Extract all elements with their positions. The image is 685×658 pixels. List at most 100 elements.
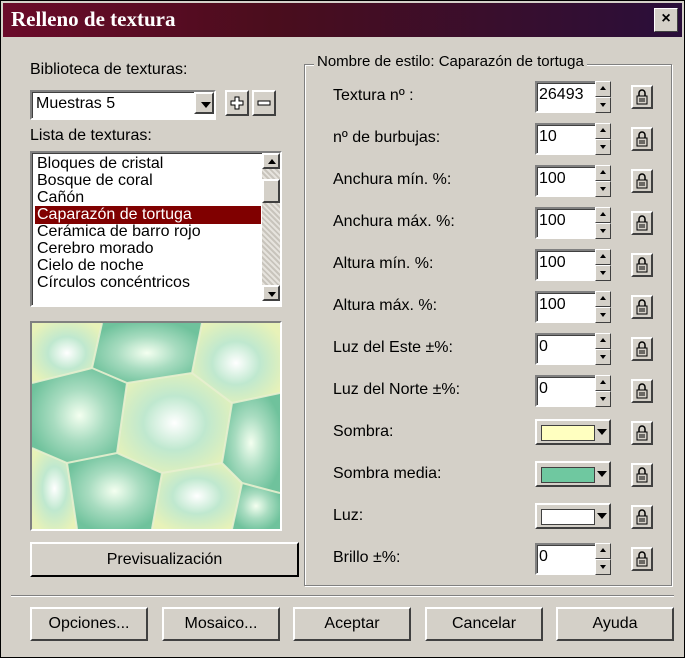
param-label: Sombra: bbox=[333, 423, 394, 440]
lock-button[interactable] bbox=[631, 169, 653, 193]
param-input[interactable]: 0 bbox=[535, 543, 599, 575]
lock-icon bbox=[636, 131, 648, 147]
param-value: 26493 bbox=[539, 86, 584, 103]
texture-list-item[interactable]: Cielo de noche bbox=[35, 257, 261, 275]
param-label: Anchura máx. %: bbox=[333, 213, 455, 230]
color-picker-button[interactable] bbox=[535, 503, 611, 529]
spinner[interactable] bbox=[595, 249, 611, 281]
param-input[interactable]: 0 bbox=[535, 333, 599, 365]
close-button[interactable]: × bbox=[654, 8, 678, 32]
param-input[interactable]: 100 bbox=[535, 207, 599, 239]
lock-button[interactable] bbox=[631, 505, 653, 529]
title-bar[interactable]: Relleno de textura × bbox=[3, 3, 682, 37]
param-value: 100 bbox=[539, 212, 566, 229]
scroll-up-button[interactable] bbox=[262, 153, 280, 169]
spin-down-button[interactable] bbox=[595, 559, 611, 575]
ok-button[interactable]: Aceptar bbox=[293, 607, 411, 641]
help-button[interactable]: Ayuda bbox=[556, 607, 674, 641]
spin-down-button[interactable] bbox=[595, 391, 611, 407]
spin-down-button[interactable] bbox=[595, 223, 611, 239]
spin-down-button[interactable] bbox=[595, 139, 611, 155]
list-scrollbar[interactable] bbox=[262, 153, 280, 301]
param-value: 100 bbox=[539, 296, 566, 313]
param-label: Luz del Norte ±%: bbox=[333, 381, 461, 398]
cancel-button[interactable]: Cancelar bbox=[425, 607, 543, 641]
spin-up-button[interactable] bbox=[595, 333, 611, 349]
spin-down-button[interactable] bbox=[595, 349, 611, 365]
spin-up-icon bbox=[600, 296, 606, 300]
texture-list-item[interactable]: Cañón bbox=[35, 189, 261, 207]
preview-button[interactable]: Previsualización bbox=[30, 542, 299, 577]
lock-button[interactable] bbox=[631, 463, 653, 487]
spin-up-button[interactable] bbox=[595, 207, 611, 223]
spinner[interactable] bbox=[595, 375, 611, 407]
spin-down-button[interactable] bbox=[595, 97, 611, 113]
texture-list-item[interactable]: Círculos concéntricos bbox=[35, 274, 261, 292]
tile-button[interactable]: Mosaico... bbox=[162, 607, 280, 641]
scroll-down-icon bbox=[268, 292, 276, 297]
spin-up-button[interactable] bbox=[595, 543, 611, 559]
spinner[interactable] bbox=[595, 333, 611, 365]
add-library-button[interactable] bbox=[225, 90, 249, 116]
texture-list-item[interactable]: Cerámica de barro rojo bbox=[35, 223, 261, 241]
spin-up-button[interactable] bbox=[595, 81, 611, 97]
plus-icon bbox=[230, 96, 244, 110]
options-button[interactable]: Opciones... bbox=[30, 607, 148, 641]
spin-up-button[interactable] bbox=[595, 291, 611, 307]
spin-up-button[interactable] bbox=[595, 375, 611, 391]
chevron-down-icon bbox=[201, 102, 211, 108]
lock-icon bbox=[636, 215, 648, 231]
spin-up-icon bbox=[600, 548, 606, 552]
param-input[interactable]: 10 bbox=[535, 123, 599, 155]
lock-button[interactable] bbox=[631, 295, 653, 319]
spin-down-icon bbox=[600, 271, 606, 275]
spinner[interactable] bbox=[595, 81, 611, 113]
dropdown-arrow-button[interactable] bbox=[194, 92, 214, 114]
remove-library-button[interactable] bbox=[252, 90, 276, 116]
spin-down-button[interactable] bbox=[595, 181, 611, 197]
texture-list-item[interactable]: Caparazón de tortuga bbox=[35, 206, 261, 224]
library-label: Biblioteca de texturas: bbox=[30, 61, 188, 78]
spinner[interactable] bbox=[595, 123, 611, 155]
spin-down-button[interactable] bbox=[595, 307, 611, 323]
color-picker-button[interactable] bbox=[535, 461, 611, 487]
lock-icon bbox=[636, 509, 648, 525]
spin-up-button[interactable] bbox=[595, 165, 611, 181]
param-label: Altura máx. %: bbox=[333, 297, 438, 314]
spinner[interactable] bbox=[595, 165, 611, 197]
spin-down-button[interactable] bbox=[595, 265, 611, 281]
spinner[interactable] bbox=[595, 207, 611, 239]
color-swatch bbox=[541, 467, 595, 483]
lock-icon bbox=[636, 383, 648, 399]
param-input[interactable]: 100 bbox=[535, 165, 599, 197]
lock-button[interactable] bbox=[631, 421, 653, 445]
spinner[interactable] bbox=[595, 291, 611, 323]
scroll-down-button[interactable] bbox=[262, 285, 280, 301]
param-input[interactable]: 0 bbox=[535, 375, 599, 407]
texture-list-item[interactable]: Cerebro morado bbox=[35, 240, 261, 258]
lock-button[interactable] bbox=[631, 127, 653, 151]
color-picker-button[interactable] bbox=[535, 419, 611, 445]
lock-button[interactable] bbox=[631, 547, 653, 571]
spin-down-icon bbox=[600, 355, 606, 359]
lock-button[interactable] bbox=[631, 211, 653, 235]
texture-list-item[interactable]: Bloques de cristal bbox=[35, 155, 261, 173]
lock-button[interactable] bbox=[631, 337, 653, 361]
spin-up-button[interactable] bbox=[595, 249, 611, 265]
texture-list[interactable]: Bloques de cristal Bosque de coral Cañón Ca… bbox=[30, 151, 282, 307]
spinner[interactable] bbox=[595, 543, 611, 575]
texture-list-item[interactable]: Bosque de coral bbox=[35, 172, 261, 190]
spin-down-icon bbox=[600, 145, 606, 149]
lock-button[interactable] bbox=[631, 253, 653, 277]
lock-icon bbox=[636, 551, 648, 567]
scroll-thumb[interactable] bbox=[262, 179, 280, 203]
lock-button[interactable] bbox=[631, 85, 653, 109]
library-dropdown[interactable]: Muestras 5 bbox=[30, 90, 216, 120]
lock-button[interactable] bbox=[631, 379, 653, 403]
library-selected: Muestras 5 bbox=[36, 95, 116, 112]
param-input[interactable]: 26493 bbox=[535, 81, 599, 113]
param-input[interactable]: 100 bbox=[535, 249, 599, 281]
param-input[interactable]: 100 bbox=[535, 291, 599, 323]
param-label: Anchura mín. %: bbox=[333, 171, 452, 188]
spin-up-button[interactable] bbox=[595, 123, 611, 139]
